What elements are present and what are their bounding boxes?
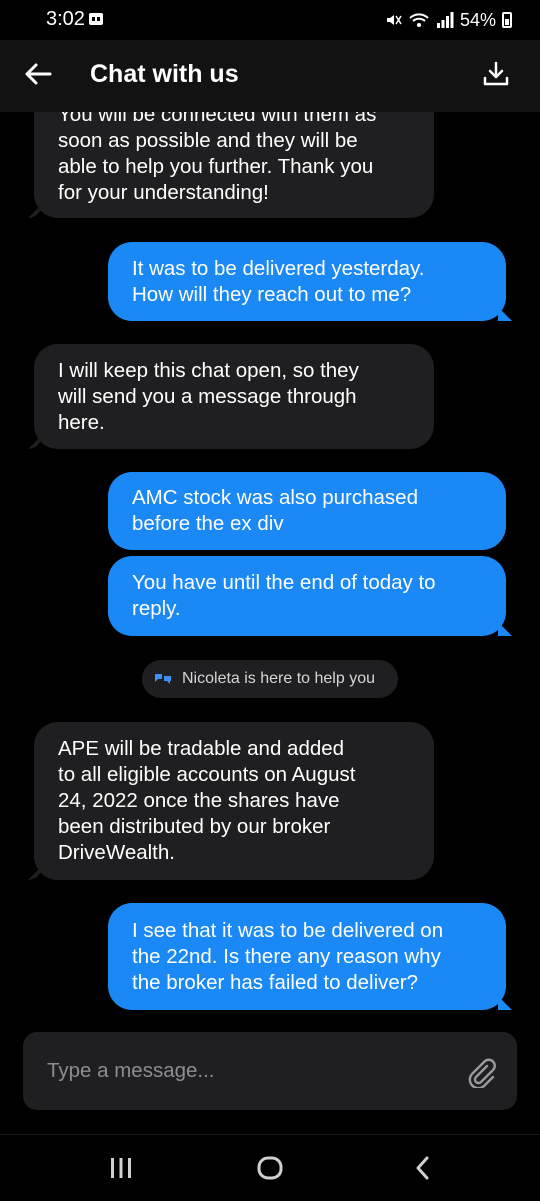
mute-icon [386, 15, 402, 25]
status-bar: 3:02 54% [0, 0, 540, 40]
chat-header: Chat with us [0, 40, 540, 112]
home-icon [257, 1156, 283, 1180]
agent-message: You will be connected with them as soon … [34, 112, 434, 218]
user-message: AMC stock was also purchased before the … [108, 472, 506, 550]
message-composer [23, 1032, 517, 1110]
user-message: You have until the end of today to reply… [108, 556, 506, 636]
nav-back-button[interactable] [405, 1153, 441, 1183]
wifi-icon [409, 13, 429, 27]
system-nav-bar [0, 1134, 540, 1201]
recents-icon [111, 1158, 131, 1178]
notification-icon [89, 13, 103, 25]
status-indicators: 54% [384, 8, 512, 32]
chat-thread[interactable]: You will be connected with them as soon … [0, 112, 540, 1020]
agent-message: APE will be tradable and added to all el… [34, 722, 434, 880]
download-icon [483, 61, 509, 86]
signal-icon [436, 12, 454, 28]
battery-icon [502, 12, 512, 28]
user-message: It was to be delivered yesterday. How wi… [108, 242, 506, 321]
back-button[interactable] [18, 54, 58, 94]
agent-joined-text: Nicoleta is here to help you [182, 670, 375, 687]
download-transcript-button[interactable] [476, 54, 516, 94]
message-input[interactable] [45, 1050, 449, 1092]
recents-button[interactable] [103, 1153, 139, 1183]
agent-message: I will keep this chat open, so they will… [34, 344, 434, 449]
battery-percent: 54% [459, 9, 496, 30]
chat-bubbles-icon [155, 674, 171, 684]
status-time: 3:02 [46, 8, 85, 30]
back-arrow-icon [25, 63, 52, 85]
page-title: Chat with us [90, 60, 239, 88]
agent-joined-notice: Nicoleta is here to help you [142, 660, 398, 698]
nav-back-icon [416, 1156, 429, 1180]
user-message: I see that it was to be delivered on the… [108, 903, 506, 1010]
home-button[interactable] [252, 1153, 288, 1183]
paperclip-icon[interactable] [465, 1056, 497, 1088]
